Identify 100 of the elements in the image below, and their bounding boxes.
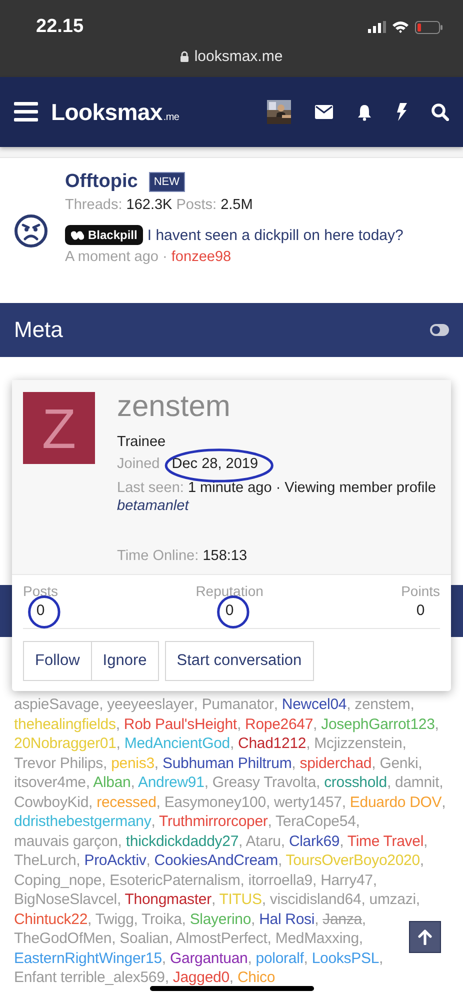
username-link[interactable]: spiderchad, [300,754,376,772]
username-link[interactable]: Time Travel, [347,832,428,850]
username-link[interactable]: TheGodOfMen, [14,930,116,947]
username-link[interactable]: CowboyKid, [14,794,93,810]
username-link[interactable]: Soalian, [120,930,173,947]
username-link[interactable]: itsover4me, [14,774,90,791]
username-link[interactable]: EasternRightWinger15, [14,950,166,966]
username-link[interactable]: crosshold, [324,774,391,791]
username-link[interactable]: zenstem, [354,696,414,713]
username-link[interactable]: viscidisland64, [270,891,366,908]
username-link[interactable]: Thongmaster, [124,891,216,908]
username-link[interactable]: Janza, [322,910,366,928]
username-link[interactable]: Alban, [93,774,135,791]
username-link[interactable]: Easymoney100, [164,794,270,810]
username-link[interactable]: damnit, [395,774,444,791]
username-link[interactable]: Pumanator, [202,696,278,713]
username-link[interactable]: Enfant terrible_alex569, [14,969,169,986]
site-logo[interactable]: Looksmax [51,98,162,126]
username-link[interactable]: thehealingfields, [14,716,120,732]
username-link[interactable]: Gargantuan, [170,950,252,966]
username-link[interactable]: thickdickdaddy27, [126,832,243,850]
username-link[interactable]: Mcjizzenstein, [314,735,406,752]
url-text[interactable]: looksmax.me [194,48,283,65]
username-link[interactable]: TheLurch, [14,852,80,869]
toggle-icon[interactable] [430,324,449,336]
username-link[interactable]: poloralf, [256,950,308,966]
username-link[interactable]: mauvais garçon, [14,832,122,850]
username-link[interactable]: Chad1212, [238,735,310,752]
lock-icon [180,51,190,62]
action-button[interactable]: Follow [23,641,92,681]
username-link[interactable]: LooksPSL, [312,950,384,966]
username-link[interactable]: Harry47, [320,872,377,888]
username-link[interactable]: umzazi, [369,891,420,908]
signal-icon [368,21,386,33]
stat-label: Points [401,583,440,599]
username-link[interactable]: 20Nobragger01, [14,735,120,752]
username-link[interactable]: EsotericPaternalism, [110,872,244,888]
username-link[interactable]: BigNoseSlavcel, [14,891,121,908]
username-link[interactable]: MedAncientGod, [124,735,234,752]
username-link[interactable]: itorroella9, [248,872,317,888]
section-title[interactable]: Meta [14,317,63,343]
username-link[interactable]: Greasy Travolta, [212,774,320,791]
action-button[interactable]: Ignore [92,641,159,681]
username-link[interactable]: Rope2647, [245,716,318,732]
stat-label: Reputation [196,583,264,599]
username-link[interactable]: ToursOverBoyo2020, [286,852,424,869]
menu-icon[interactable] [14,102,38,122]
username-link[interactable]: MedMaxxing, [275,930,363,947]
clock-time: 22.15 [36,16,84,38]
username-link[interactable]: Troika, [142,910,186,928]
username-link[interactable]: penis3, [111,754,158,772]
joined-date: Dec 28, 2019 [172,456,258,472]
username-link[interactable]: TITUS, [219,891,266,908]
username-link[interactable]: Subhuman Philtrum, [162,754,296,772]
username-link[interactable]: JosephGarrot123, [321,716,439,732]
username-link[interactable]: Chintuck22, [14,910,92,928]
username-link[interactable]: Jagged0, [172,969,234,986]
arrow-up-icon [418,929,432,945]
username-link[interactable]: Rob Paul'sHeight, [124,716,241,732]
username-link[interactable]: Hal Rosi, [259,910,319,928]
battery-icon [415,20,443,34]
username-link[interactable]: ddristhebestgermany, [14,813,156,830]
username-link[interactable]: Genki, [380,754,422,772]
avatar[interactable]: Z [23,392,95,464]
username-link[interactable]: yeeyeeslayer, [107,696,198,713]
activity-link[interactable]: betamanlet [117,498,436,514]
username-link[interactable]: Truthmirrorcoper, [159,813,272,830]
username-link[interactable]: Trevor Philips, [14,754,108,772]
username-link[interactable]: TeraCope54, [276,813,360,830]
username-link[interactable]: aspieSavage, [14,696,104,713]
username-link[interactable]: ProAcktiv, [84,852,150,869]
stat-label: Posts [23,583,58,599]
username-link[interactable]: recessed, [96,794,160,810]
wifi-icon [392,21,409,33]
lightning-icon[interactable] [396,103,407,121]
action-button[interactable]: Start conversation [164,641,314,681]
username-link[interactable]: Andrew91, [138,774,208,791]
prefix-label[interactable]: Blackpill [65,225,144,245]
logo-suffix: .me [163,112,180,122]
search-icon[interactable] [431,103,449,121]
username-link[interactable]: Twigg, [95,910,138,928]
bell-icon[interactable] [357,104,372,120]
mail-icon[interactable] [315,105,333,119]
username-link[interactable]: Slayerino, [190,910,256,928]
username-link[interactable]: Eduardo DOV, [350,794,446,810]
thread-link[interactable]: I havent seen a dickpill on here today? [147,226,404,244]
username-link[interactable]: Coping_nope, [14,872,106,888]
stat-value: 0 [225,602,234,619]
username-link[interactable]: Ataru, [246,832,285,850]
username-link[interactable]: Chico [237,969,276,986]
username-link[interactable]: CookiesAndCream, [154,852,282,869]
username-link[interactable]: AlmostPerfect, [176,930,272,947]
username-link[interactable]: Clark69, [288,832,344,850]
scroll-top-button[interactable] [409,921,441,953]
last-seen: Last seen: 1 minute ago · Viewing member profile [117,479,436,498]
joined-label: Joined [117,456,160,472]
username-link[interactable]: Newcel04, [282,696,351,713]
username-link[interactable]: werty1457, [274,794,346,810]
username[interactable]: zenstem [117,392,436,422]
forum-title[interactable]: Offtopic [65,171,138,193]
